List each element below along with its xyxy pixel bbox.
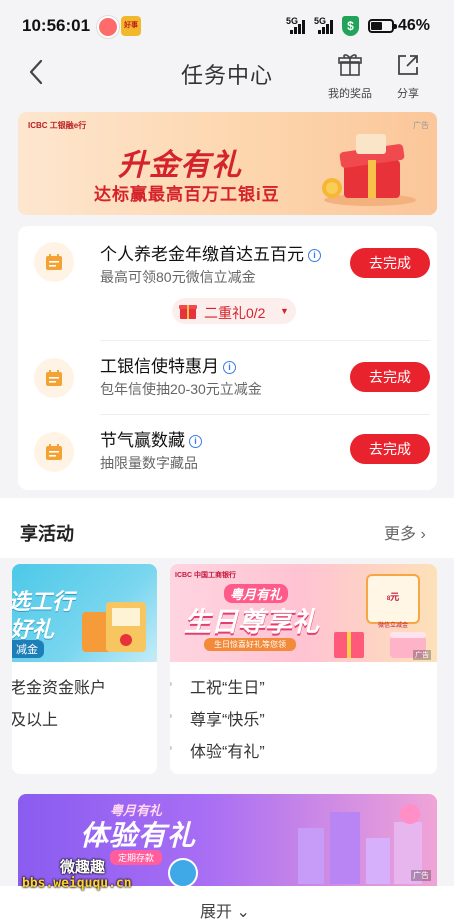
activity-bullet: 尊享“快乐” [170, 706, 265, 730]
task-desc: 抽限量数字藏品 [100, 455, 198, 471]
bonus-progress-badge[interactable]: 二重礼0/2 ▼ [172, 298, 296, 324]
app-badge-icon: 好事 [121, 16, 141, 36]
mascot-icon [168, 858, 198, 888]
gift-icon [338, 54, 362, 76]
banner-headline: 升金有礼 [118, 149, 242, 182]
task-name: 个人养老金年缴首达五百元 i [100, 240, 321, 265]
calendar-icon [46, 370, 62, 386]
my-prizes-label: 我的奖品 [328, 88, 372, 100]
complete-task-button[interactable]: 去完成 [350, 434, 430, 464]
info-icon[interactable]: i [223, 361, 236, 375]
task-name: 节气赢数藏 i [100, 426, 202, 451]
watermark: 微趣趣 bbs.weiququ.cn [18, 842, 198, 892]
activity-image: 选工行 好礼 减金 [12, 564, 157, 662]
security-shield-icon: $ [342, 16, 359, 36]
complete-task-button[interactable]: 去完成 [350, 248, 430, 278]
complete-task-button[interactable]: 去完成 [350, 362, 430, 392]
status-bar: 10:56:01 好事 5G 5G $ 46% [0, 0, 454, 52]
expand-button[interactable]: 展开 ⌄ [200, 898, 250, 920]
activity-card-pension[interactable]: 选工行 好礼 减金 老金资金账户 及以上 [12, 564, 157, 774]
info-icon[interactable]: i [308, 249, 321, 263]
clock: 10:56:01 [22, 16, 91, 35]
city-illustration [298, 804, 422, 884]
divider [100, 340, 430, 341]
share-label: 分享 [397, 88, 419, 100]
task-icon [34, 242, 74, 282]
divider [100, 414, 430, 415]
chevron-right-icon: › [420, 526, 426, 543]
calendar-icon [46, 444, 62, 460]
gift-box-icon [179, 305, 197, 319]
chevron-down-icon: ⌄ [236, 904, 250, 920]
nav-header: 任务中心 我的奖品 分享 [0, 52, 454, 104]
gift-box-illustration [322, 134, 416, 206]
icbc-logo: ICBC 工银融e行 [28, 121, 87, 130]
activities-header: 享活动 更多 › [0, 498, 454, 558]
my-prizes-button[interactable]: 我的奖品 [320, 52, 380, 100]
activity-text-line: 老金资金账户 [12, 680, 107, 697]
activity-card-birthday[interactable]: ICBC 中国工商银行 粤月有礼 生日尊享礼 生日惊喜好礼等您领 8元 微信立减… [170, 564, 437, 774]
battery-icon [368, 19, 397, 33]
signal-icon-2 [318, 20, 336, 34]
activity-bullet: 体验“有礼” [170, 738, 265, 762]
info-icon[interactable]: i [189, 435, 202, 449]
chevron-down-icon: ▼ [280, 306, 289, 316]
task-name: 工银信使特惠月 i [100, 352, 236, 377]
share-icon [398, 55, 418, 75]
app-notification-icon [97, 16, 119, 38]
bonus-label: 二重礼0/2 [204, 305, 266, 321]
more-link[interactable]: 更多 › [384, 520, 426, 544]
task-desc: 最高可领80元微信立减金 [100, 269, 256, 285]
pension-illustration [82, 602, 146, 652]
voucher-ticket: 8元 微信立减金 [366, 574, 420, 629]
battery-percent: 46% [398, 17, 431, 34]
task-list-card: 个人养老金年缴首达五百元 i 最高可领80元微信立减金 去完成 二重礼0/2 ▼ … [18, 226, 437, 490]
banner-subline: 达标赢最高百万工银i豆 [94, 185, 280, 204]
carousel-dots [232, 209, 266, 215]
activity-image: ICBC 中国工商银行 粤月有礼 生日尊享礼 生日惊喜好礼等您领 8元 微信立减… [170, 564, 437, 662]
activity-bullet: 工祝“生日” [170, 674, 265, 698]
task-icon [34, 432, 74, 472]
share-button[interactable]: 分享 [378, 52, 438, 100]
task-desc: 包年信使抽20-30元立减金 [100, 381, 262, 397]
signal-icon-1 [290, 20, 308, 34]
task-icon [34, 358, 74, 398]
section-title: 享活动 [20, 524, 74, 544]
calendar-icon [46, 254, 62, 270]
promo-banner[interactable]: ICBC 工银融e行 广告 升金有礼 达标赢最高百万工银i豆 [18, 112, 437, 215]
activity-text-line: 及以上 [12, 712, 59, 729]
